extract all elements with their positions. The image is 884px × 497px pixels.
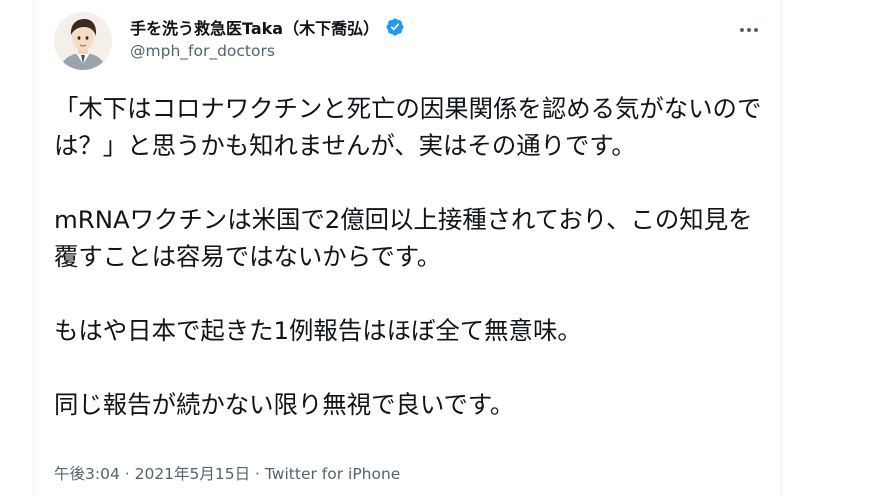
tweet-paragraph: 「木下はコロナワクチンと死亡の因果関係を認める気がないのでは？」と思うかも知れま… (54, 94, 762, 160)
author-names: 手を洗う救急医Taka（木下喬弘） @mph_for_doctors (130, 14, 405, 60)
author-handle[interactable]: @mph_for_doctors (130, 42, 405, 60)
tweet-date: 2021年5月15日 (134, 465, 251, 483)
avatar-illustration (54, 12, 112, 70)
tweet-source-link[interactable]: Twitter for iPhone (265, 465, 400, 483)
more-options-button[interactable] (734, 18, 764, 42)
tweet-card: 手を洗う救急医Taka（木下喬弘） @mph_for_doctors 「木下はコ… (33, 0, 782, 497)
meta-separator: · (250, 465, 265, 483)
verified-badge-icon (385, 17, 405, 37)
page: 手を洗う救急医Taka（木下喬弘） @mph_for_doctors 「木下はコ… (0, 0, 884, 497)
more-horizontal-icon (747, 28, 751, 32)
meta-separator: · (119, 465, 135, 483)
avatar[interactable] (54, 12, 112, 70)
more-horizontal-icon (740, 28, 744, 32)
display-name[interactable]: 手を洗う救急医Taka（木下喬弘） (130, 15, 379, 39)
tweet-header: 手を洗う救急医Taka（木下喬弘） @mph_for_doctors (54, 12, 764, 72)
tweet-time: 午後3:04 (54, 465, 120, 483)
tweet-paragraph: mRNAワクチンは米国で2億回以上接種されており、この知見を覆すことは容易ではな… (54, 205, 753, 271)
tweet-paragraph: もはや日本で起きた1例報告はほぼ全て無意味。 (54, 316, 582, 345)
display-name-row: 手を洗う救急医Taka（木下喬弘） (130, 14, 405, 40)
more-horizontal-icon (754, 28, 758, 32)
tweet-meta: 午後3:04 · 2021年5月15日 · Twitter for iPhone (54, 462, 400, 484)
tweet-paragraph: 同じ報告が続かない限り無視で良いです。 (54, 390, 515, 419)
tweet-text: 「木下はコロナワクチンと死亡の因果関係を認める気がないのでは？」と思うかも知れま… (54, 90, 766, 423)
tweet-timestamp-link[interactable]: 午後3:04 · 2021年5月15日 (54, 465, 250, 483)
